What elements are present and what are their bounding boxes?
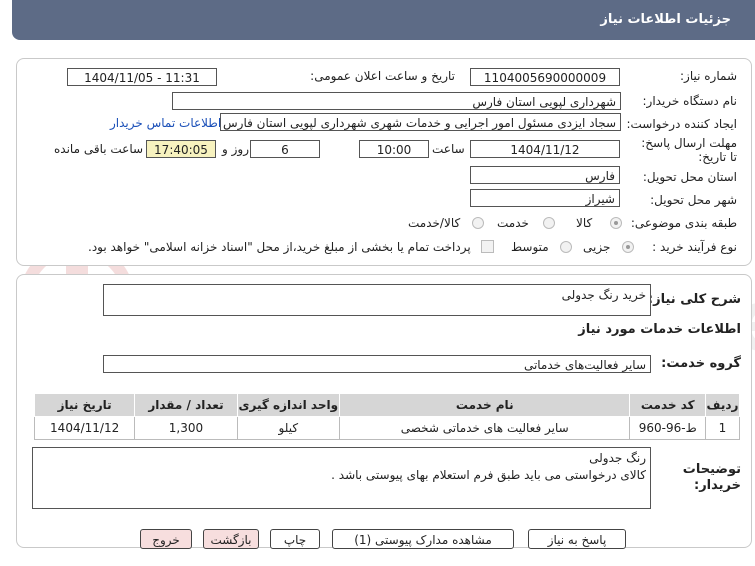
deadline-date-field: 1404/11/12: [470, 140, 620, 158]
col-qty: تعداد / مقدار: [134, 393, 238, 417]
creator-label: ایجاد کننده درخواست:: [626, 117, 737, 131]
province-field: فارس: [470, 166, 620, 184]
category-radio-goods-service[interactable]: [472, 217, 484, 229]
reply-button[interactable]: پاسخ به نیاز: [528, 529, 626, 549]
col-service-code: کد خدمت: [629, 393, 706, 417]
col-date: تاریخ نیاز: [33, 393, 136, 417]
buyer-org-field: شهرداری لپویی استان فارس: [172, 92, 621, 110]
days-label: روز و: [222, 142, 249, 156]
summary-field: خرید رنگ جدولی: [103, 284, 651, 316]
cell-row: 1: [704, 416, 741, 440]
process-radio-medium[interactable]: [560, 241, 572, 253]
exit-button[interactable]: خروج: [140, 529, 192, 549]
service-group-field: سایر فعالیت‌های خدماتی: [103, 355, 651, 373]
city-label: شهر محل تحویل:: [650, 193, 737, 207]
summary-label: شرح کلی نیاز:: [647, 292, 741, 307]
process-option-medium: متوسط: [511, 240, 549, 254]
cell-unit: کیلو: [236, 416, 340, 440]
cell-service-code: ط-96-960: [629, 416, 706, 440]
need-number-label: شماره نیاز:: [680, 69, 737, 83]
announce-date-field: 1404/11/05 - 11:31: [67, 68, 217, 86]
table-header-row: تاریخ نیاز تعداد / مقدار واحد اندازه گیر…: [33, 393, 741, 417]
notes-field: رنگ جدولی کالای درخواستی می باید طبق فرم…: [32, 447, 651, 509]
payment-note: پرداخت تمام یا بخشی از مبلغ خرید،از محل …: [88, 240, 471, 254]
process-radio-minor[interactable]: [622, 241, 634, 253]
announce-label: تاریخ و ساعت اعلان عمومی:: [310, 69, 455, 83]
notes-label: توضیحات خریدار:: [682, 462, 741, 493]
cell-service-name: سایر فعالیت های خدماتی شخصی: [338, 416, 631, 440]
col-row: ردیف: [704, 393, 741, 417]
deadline-label: مهلت ارسال پاسخ: تا تاریخ:: [641, 136, 737, 164]
need-number-field: 1104005690000009: [470, 68, 620, 86]
col-unit: واحد اندازه گیری: [236, 393, 340, 417]
category-radio-service[interactable]: [543, 217, 555, 229]
creator-field: سجاد ایزدی مسئول امور اجرایی و خدمات شهر…: [220, 113, 621, 131]
services-table: تاریخ نیاز تعداد / مقدار واحد اندازه گیر…: [33, 393, 741, 440]
cell-date: 1404/11/12: [33, 416, 136, 440]
buyer-org-label: نام دستگاه خریدار:: [642, 94, 738, 108]
category-option-goods-service: کالا/خدمت: [408, 216, 461, 230]
city-field: شیراز: [470, 189, 620, 207]
remaining-label: ساعت باقی مانده: [54, 142, 144, 156]
days-field: 6: [250, 140, 320, 158]
cell-qty: 1,300: [134, 416, 238, 440]
table-row: 1404/11/12 1,300 کیلو سایر فعالیت های خد…: [33, 416, 741, 440]
process-label: نوع فرآیند خرید :: [652, 240, 737, 254]
payment-checkbox[interactable]: [481, 240, 494, 253]
col-service-name: نام خدمت: [338, 393, 631, 417]
province-label: استان محل تحویل:: [642, 170, 737, 184]
deadline-time-field: 10:00: [359, 140, 429, 158]
notes-line-2: کالای درخواستی می باید طبق فرم استعلام ب…: [331, 468, 646, 482]
process-option-minor: جزیی: [583, 240, 611, 254]
remaining-time-field: 17:40:05: [146, 140, 216, 158]
services-title: اطلاعات خدمات مورد نیاز: [578, 322, 741, 337]
category-radio-goods[interactable]: [610, 217, 622, 229]
deadline-time-label: ساعت: [432, 142, 465, 156]
service-group-label: گروه خدمت:: [661, 356, 741, 371]
back-button[interactable]: بازگشت: [203, 529, 259, 549]
category-label: طبقه بندی موضوعی:: [630, 216, 737, 230]
notes-line-1: رنگ جدولی: [589, 451, 646, 465]
contact-info-link[interactable]: اطلاعات تماس خریدار: [110, 116, 221, 130]
category-option-goods: کالا: [576, 216, 593, 230]
category-option-service: خدمت: [497, 216, 529, 230]
print-button[interactable]: چاپ: [270, 529, 320, 549]
attachments-button[interactable]: مشاهده مدارک پیوستی (1): [332, 529, 514, 549]
